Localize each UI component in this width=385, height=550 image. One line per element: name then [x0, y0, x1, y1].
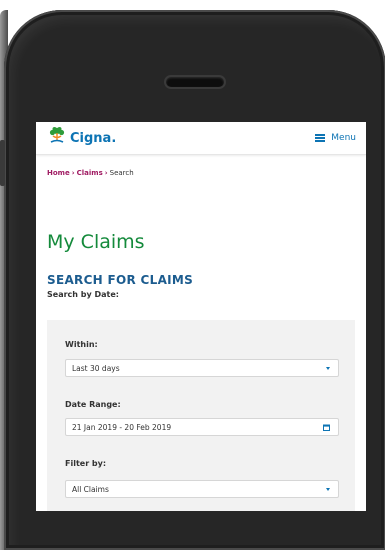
breadcrumb-claims-link[interactable]: Claims — [77, 169, 103, 177]
hamburger-icon — [315, 134, 326, 142]
filter-label: Filter by: — [65, 459, 107, 468]
breadcrumb: Home › Claims › Search — [47, 169, 366, 177]
chevron-down-icon — [326, 487, 330, 491]
breadcrumb-current: Search — [109, 169, 134, 177]
filter-value: All Claims — [72, 484, 109, 494]
within-select[interactable]: Last 30 days — [65, 359, 339, 377]
date-range-label: Date Range: — [65, 400, 121, 409]
phone-side-button — [0, 140, 5, 186]
menu-button[interactable]: Menu — [315, 133, 356, 143]
breadcrumb-separator-icon: › — [71, 169, 75, 177]
filter-select[interactable]: All Claims — [65, 480, 339, 498]
search-by-date-label: Search by Date: — [47, 290, 119, 299]
phone-screen: Cigna. Menu Home › Claims › Search My Cl… — [36, 122, 366, 511]
breadcrumb-separator-icon: › — [104, 169, 108, 177]
breadcrumb-home-link[interactable]: Home — [47, 169, 70, 177]
menu-label: Menu — [331, 133, 356, 143]
cigna-logo[interactable]: Cigna. — [47, 127, 116, 149]
tree-of-life-icon — [47, 127, 67, 149]
within-label: Within: — [65, 340, 98, 349]
search-form-panel: Within: Last 30 days Date Range: 21 Jan … — [47, 320, 355, 511]
date-range-value: 21 Jan 2019 - 20 Feb 2019 — [72, 422, 172, 432]
within-value: Last 30 days — [72, 363, 120, 373]
logo-text: Cigna. — [70, 130, 117, 146]
page-title: My Claims — [47, 231, 145, 253]
section-title: SEARCH FOR CLAIMS — [47, 273, 194, 287]
site-header: Cigna. Menu — [36, 122, 366, 155]
date-range-input[interactable]: 21 Jan 2019 - 20 Feb 2019 — [65, 418, 339, 436]
calendar-icon[interactable] — [323, 424, 330, 431]
phone-speaker — [166, 77, 224, 87]
chevron-down-icon — [326, 366, 330, 370]
